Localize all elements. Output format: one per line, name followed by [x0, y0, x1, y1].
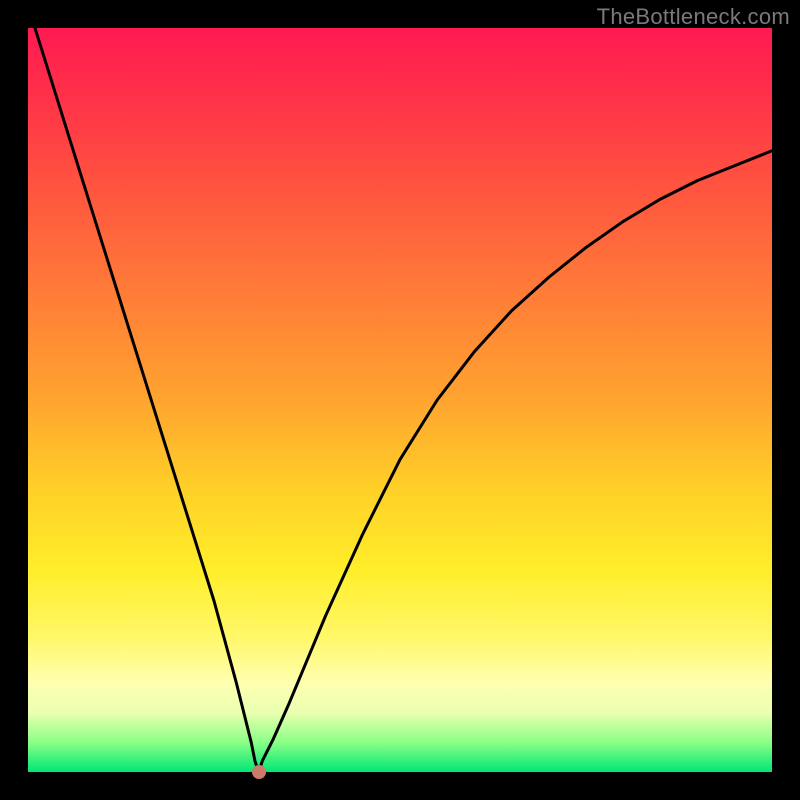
- optimum-marker: [252, 765, 266, 779]
- curve-svg: [28, 28, 772, 772]
- plot-area: [28, 28, 772, 772]
- watermark-text: TheBottleneck.com: [597, 4, 790, 30]
- bottleneck-curve-path: [28, 6, 772, 772]
- bottleneck-chart: TheBottleneck.com: [0, 0, 800, 800]
